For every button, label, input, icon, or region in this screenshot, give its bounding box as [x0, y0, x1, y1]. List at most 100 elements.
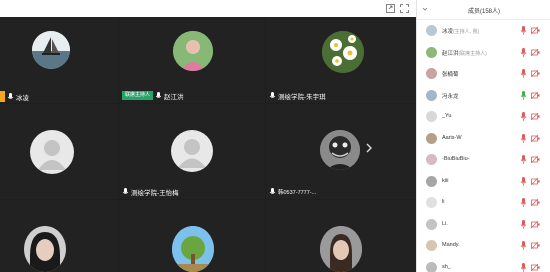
camera-off-icon[interactable]	[531, 220, 540, 228]
fullscreen-icon[interactable]	[400, 4, 409, 13]
member-row[interactable]: 冯永龙	[417, 85, 550, 105]
member-row[interactable]: kiii	[417, 171, 550, 191]
member-avatar	[426, 175, 437, 187]
member-row[interactable]: sh_	[417, 257, 550, 272]
mic-icon[interactable]	[520, 176, 527, 186]
member-name: kiii	[442, 177, 449, 184]
member-name: Li.	[442, 220, 448, 227]
mic-icon[interactable]	[520, 26, 527, 35]
mic-icon[interactable]	[520, 219, 527, 229]
member-row[interactable]: Li.	[417, 214, 550, 234]
mic-icon[interactable]	[520, 262, 527, 272]
next-page-icon[interactable]	[364, 141, 374, 155]
member-row[interactable]: Aaris-W	[417, 128, 550, 148]
member-avatar	[426, 197, 437, 208]
tile-name: 韩0537-7777-...	[278, 189, 317, 196]
video-tile[interactable]	[0, 200, 118, 272]
camera-off-icon[interactable]	[531, 113, 540, 120]
camera-off-icon[interactable]	[531, 242, 540, 249]
mic-icon	[7, 92, 14, 99]
member-name: li	[442, 199, 445, 205]
member-name: sh_	[442, 263, 451, 270]
daisy-avatar-icon	[322, 31, 364, 73]
mic-icon	[122, 187, 129, 194]
video-tile[interactable]: 测绘学院-朱宇琪	[266, 17, 416, 103]
mic-icon[interactable]	[520, 112, 527, 121]
mask-avatar-icon	[320, 130, 360, 170]
members-title: 成员(158人)	[467, 9, 500, 15]
default-avatar-icon	[171, 130, 213, 172]
member-row[interactable]: _Yu	[417, 106, 550, 126]
member-row[interactable]: 赵江洪(联席主持人)	[417, 42, 550, 62]
camera-off-icon[interactable]	[531, 91, 540, 99]
mic-icon[interactable]	[520, 198, 527, 207]
video-tile[interactable]: 韩0537-7777-...	[266, 104, 416, 199]
member-avatar	[426, 132, 437, 144]
member-row[interactable]: li	[417, 192, 550, 212]
member-avatar	[426, 261, 437, 272]
member-name: -BiuBiuBiu-	[442, 156, 470, 162]
tile-name: 测绘学院-朱宇琪	[278, 93, 326, 101]
member-avatar	[426, 25, 437, 36]
member-name: Mandy.	[442, 242, 460, 248]
mic-icon[interactable]	[520, 133, 527, 143]
camera-off-icon[interactable]	[531, 70, 540, 77]
host-badge: 联席主持人	[122, 91, 154, 100]
default-avatar-icon	[30, 130, 74, 174]
camera-off-icon[interactable]	[531, 27, 540, 34]
member-name: 冯永龙	[442, 93, 459, 100]
member-avatar	[426, 111, 437, 122]
member-avatar	[426, 218, 437, 230]
video-grid: 冰凌 联席主持人 赵江洪 测绘学院-朱宇琪 测绘学院-王怡梅 韩0537-777…	[0, 0, 416, 272]
mic-icon[interactable]	[520, 47, 527, 57]
video-tile[interactable]: 冰凌	[0, 17, 118, 103]
member-role: (联席主持人)	[458, 50, 487, 57]
mic-icon[interactable]	[520, 155, 527, 164]
speaking-indicator	[0, 91, 5, 102]
person2-avatar-icon	[320, 226, 362, 272]
camera-off-icon[interactable]	[531, 134, 540, 142]
tile-name: 冰凌	[16, 94, 29, 102]
member-name: 张楠萄	[442, 72, 459, 78]
camera-off-icon[interactable]	[531, 263, 540, 271]
mic-icon	[155, 91, 162, 98]
mic-icon	[269, 91, 276, 98]
members-panel-header: 成员(158人)	[417, 0, 550, 20]
video-tile[interactable]: 测绘学院-王怡梅	[119, 104, 265, 199]
person-avatar-icon	[173, 31, 213, 71]
member-role: (主持人, 我)	[453, 29, 480, 35]
video-toolbar	[0, 0, 416, 17]
member-name: Aaris-W	[442, 134, 462, 141]
camera-off-icon[interactable]	[531, 156, 540, 163]
tile-name: 测绘学院-王怡梅	[131, 189, 179, 197]
camera-off-icon[interactable]	[531, 177, 540, 185]
member-avatar	[426, 154, 437, 165]
member-row[interactable]: 张楠萄	[417, 63, 550, 83]
member-avatar	[426, 240, 437, 251]
mic-icon[interactable]	[520, 69, 527, 78]
member-name: 赵江洪	[442, 50, 459, 57]
camera-off-icon[interactable]	[531, 199, 540, 206]
tree-avatar-icon	[172, 226, 214, 272]
screen-share-icon[interactable]	[386, 4, 395, 13]
mic-icon[interactable]	[520, 241, 527, 250]
sailboat-avatar-icon	[32, 31, 70, 69]
member-row[interactable]: Mandy.	[417, 235, 550, 255]
member-name: _Yu	[442, 113, 452, 119]
video-tile[interactable]	[0, 104, 118, 199]
mic-icon[interactable]	[520, 90, 527, 100]
member-avatar	[426, 68, 437, 79]
mic-icon	[269, 187, 276, 194]
camera-off-icon[interactable]	[531, 48, 540, 56]
member-row[interactable]: 冰凌(主持人, 我)	[417, 20, 550, 40]
video-tile[interactable]: 联席主持人 赵江洪	[119, 17, 265, 103]
member-avatar	[426, 46, 437, 58]
tile-name: 赵江洪	[164, 93, 184, 101]
girl-avatar-icon	[24, 226, 66, 272]
member-name: 冰凌	[442, 29, 454, 35]
video-tile[interactable]	[119, 200, 265, 272]
video-tile[interactable]	[266, 200, 416, 272]
member-avatar	[426, 89, 437, 101]
members-panel: 成员(158人) 冰凌(主持人, 我) 赵江洪(联席主持人) 张楠萄 冯永龙 _Yu Aa…	[416, 0, 550, 272]
member-row[interactable]: -BiuBiuBiu-	[417, 149, 550, 169]
